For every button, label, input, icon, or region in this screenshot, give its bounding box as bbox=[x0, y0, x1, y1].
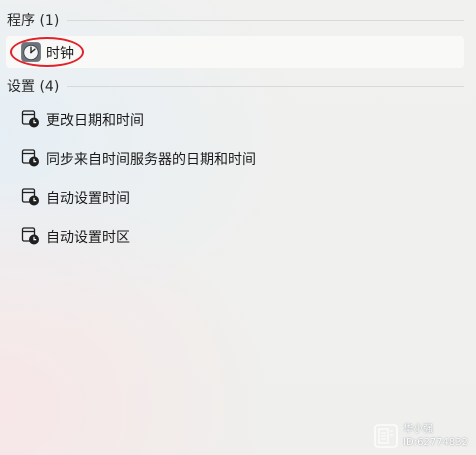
calendar-clock-icon bbox=[21, 188, 39, 206]
divider bbox=[67, 19, 464, 21]
result-clock-app[interactable]: 时钟 bbox=[6, 36, 464, 68]
calendar-clock-icon bbox=[21, 227, 39, 245]
settings-group-title: 设置 (4) bbox=[7, 79, 60, 95]
setting-label: 更改日期和时间 bbox=[46, 113, 144, 129]
settings-group-header: 设置 (4) bbox=[0, 75, 464, 97]
setting-label: 同步来自时间服务器的日期和时间 bbox=[46, 152, 256, 168]
watermark: 华小强 ID:62774832 bbox=[373, 423, 468, 449]
watermark-id: ID:62774832 bbox=[403, 437, 468, 448]
divider bbox=[67, 85, 464, 87]
clock-app-label: 时钟 bbox=[46, 46, 74, 62]
calendar-clock-icon bbox=[21, 110, 39, 128]
clock-app-icon bbox=[21, 42, 41, 62]
result-set-timezone-automatically[interactable]: 自动设置时区 bbox=[6, 219, 464, 251]
watermark-logo-icon bbox=[374, 424, 398, 448]
apps-group-title: 程序 (1) bbox=[7, 13, 60, 29]
calendar-clock-icon bbox=[21, 149, 39, 167]
result-change-date-time[interactable]: 更改日期和时间 bbox=[6, 102, 464, 134]
result-set-time-automatically[interactable]: 自动设置时间 bbox=[6, 180, 464, 212]
watermark-author: 华小强 bbox=[403, 424, 434, 435]
setting-label: 自动设置时区 bbox=[46, 230, 130, 246]
watermark-text: 华小强 ID:62774832 bbox=[403, 423, 468, 449]
apps-group-header: 程序 (1) bbox=[0, 9, 464, 31]
result-sync-time-server[interactable]: 同步来自时间服务器的日期和时间 bbox=[6, 141, 464, 173]
setting-label: 自动设置时间 bbox=[46, 191, 130, 207]
